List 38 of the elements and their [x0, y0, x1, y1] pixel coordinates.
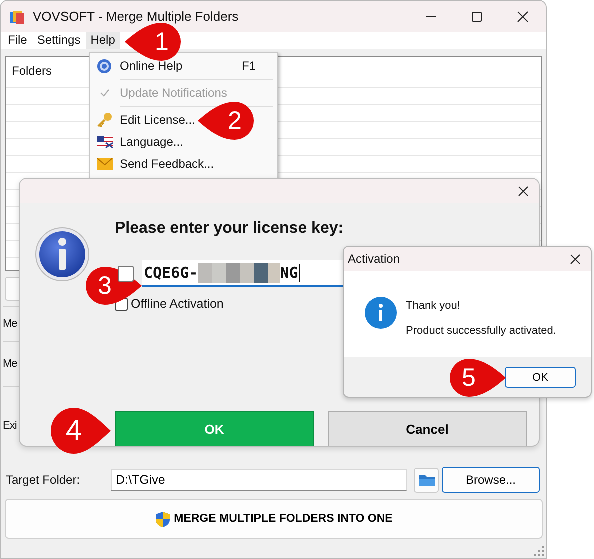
menu-entry[interactable]: Edit License... — [120, 113, 196, 127]
menu-entry[interactable]: Send Feedback... — [120, 157, 214, 171]
option-label: Exi — [3, 420, 17, 432]
checkbox-label: Offline Activation — [131, 297, 224, 311]
column-header: Folders — [12, 64, 52, 78]
folder-button[interactable] — [414, 468, 439, 492]
option-label: Me — [3, 358, 18, 370]
menu-entry[interactable]: Language... — [120, 135, 184, 149]
menu-item[interactable]: File — [3, 32, 32, 49]
resize-grip-icon[interactable] — [534, 546, 544, 556]
shortcut-text: F1 — [242, 59, 256, 73]
close-icon[interactable] — [517, 10, 529, 22]
close-icon[interactable] — [518, 186, 529, 197]
menu-item[interactable]: Settings — [32, 32, 86, 49]
merge-button[interactable]: MERGE MULTIPLE FOLDERS INTO ONE — [5, 499, 543, 539]
menu-item[interactable]: Help — [86, 32, 120, 49]
step-badge: 2 — [198, 101, 255, 141]
shield-icon — [155, 510, 172, 528]
close-icon[interactable] — [570, 254, 581, 264]
maximize-icon[interactable] — [471, 10, 483, 22]
field-label: Target Folder: — [5, 473, 82, 487]
target-folder-field[interactable]: D:\TGive — [111, 469, 407, 491]
message-text: Thank you! — [406, 300, 462, 312]
step-badge: 5 — [449, 358, 506, 398]
browse-button[interactable]: Browse... — [442, 467, 540, 493]
checkbox[interactable] — [118, 266, 134, 282]
cancel-button[interactable]: Cancel — [328, 411, 527, 446]
message-text: Product successfully activated. — [406, 325, 556, 337]
step-badge: 4 — [50, 407, 111, 455]
folders-icon — [9, 8, 25, 24]
ok-button[interactable]: OK — [505, 367, 576, 388]
dialog-heading: Please enter your license key: — [115, 220, 345, 238]
menu-entry[interactable]: Online Help — [120, 59, 183, 73]
folder-icon — [418, 473, 436, 487]
option-label: Me — [3, 318, 18, 330]
info-icon — [35, 227, 90, 282]
info-icon — [365, 297, 397, 329]
window-title: VOVSOFT - Merge Multiple Folders — [33, 9, 239, 24]
